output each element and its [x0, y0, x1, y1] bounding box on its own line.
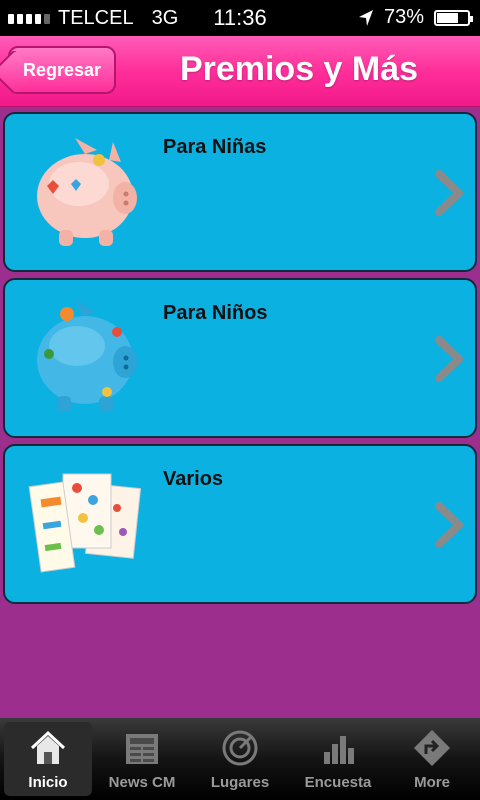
tab-inicio[interactable]: Inicio: [4, 722, 92, 796]
status-bar: TELCEL 3G 11:36 73%: [0, 0, 480, 36]
tab-encuesta[interactable]: Encuesta: [294, 722, 382, 796]
bar-chart-icon: [324, 736, 354, 764]
pink-piggy-bank-image: [37, 138, 137, 246]
home-icon: [30, 730, 66, 764]
tab-label: Lugares: [210, 774, 270, 791]
sticker-sheets-image: [28, 473, 142, 573]
tab-more[interactable]: More: [388, 722, 476, 796]
page-title: Premios y Más: [179, 50, 419, 88]
tab-label: News CM: [108, 774, 176, 791]
chevron-right-icon: [435, 502, 463, 548]
tab-bar: Inicio News CM Lugares Encuesta More: [0, 718, 480, 800]
list-item-label: Para Niños: [163, 302, 268, 324]
radar-icon: [222, 730, 258, 766]
more-icon: [414, 730, 450, 766]
newspaper-icon: [126, 734, 158, 764]
blue-piggy-bank-image: [37, 300, 137, 412]
tab-lugares[interactable]: Lugares: [196, 722, 284, 796]
chevron-right-icon: [435, 170, 463, 216]
battery-percent: 73%: [383, 6, 424, 28]
chevron-right-icon: [435, 336, 463, 382]
battery-icon: [434, 9, 473, 26]
list-item-label: Varios: [163, 468, 224, 490]
list-item-varios[interactable]: Varios: [3, 444, 477, 604]
back-button-label: Regresar: [22, 59, 102, 80]
list-item-para-ninos[interactable]: Para Niños: [3, 278, 477, 438]
navigation-bar: Regresar Premios y Más: [0, 36, 480, 107]
tab-news-cm[interactable]: News CM: [98, 722, 186, 796]
list-item-para-ninas[interactable]: Para Niñas: [3, 112, 477, 272]
back-button[interactable]: Regresar: [8, 46, 116, 94]
tab-label: More: [414, 774, 450, 791]
location-arrow-icon: [358, 9, 373, 26]
list-item-label: Para Niñas: [163, 136, 267, 158]
tab-label: Encuesta: [304, 774, 372, 791]
tab-label: Inicio: [28, 774, 68, 791]
